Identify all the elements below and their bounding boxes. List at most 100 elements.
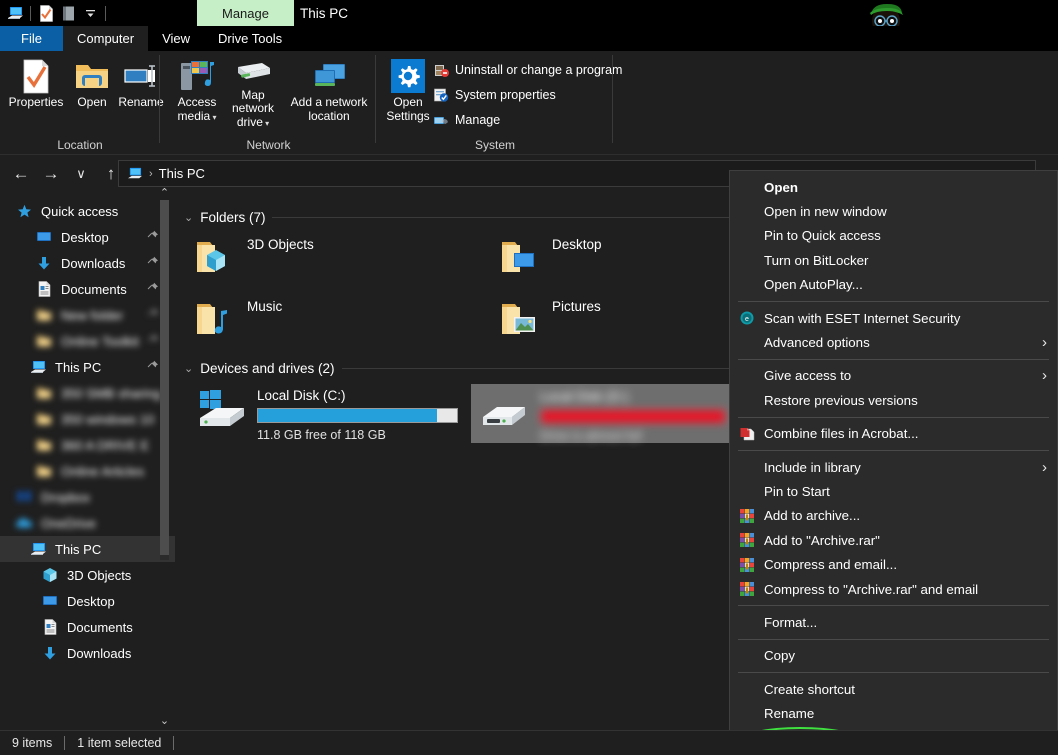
- context-menu-item-give-access-to[interactable]: Give access to ›: [730, 364, 1057, 388]
- sidebar-item-downloads-qa[interactable]: Downloads: [0, 250, 175, 276]
- sidebar-item-documents-qa[interactable]: Documents: [0, 276, 175, 302]
- pin-icon[interactable]: [147, 334, 159, 349]
- menu-item-no-icon: [736, 459, 758, 475]
- pin-icon[interactable]: [147, 256, 159, 271]
- sidebar-item-documents-tree[interactable]: Documents: [0, 614, 175, 640]
- navigation-scroll-thumb[interactable]: [160, 200, 169, 555]
- folder-tile-3d-objects[interactable]: 3D Objects: [191, 234, 314, 282]
- sidebar-item-dropbox[interactable]: Dropbox: [0, 484, 175, 510]
- breadcrumb-separator[interactable]: ›: [149, 168, 153, 180]
- chevron-down-icon[interactable]: ▾: [210, 113, 216, 122]
- scroll-down-arrow-icon[interactable]: ⌄: [158, 714, 171, 727]
- this-pc-icon[interactable]: [4, 2, 26, 24]
- this-pc-icon: [28, 540, 48, 558]
- sidebar-item-pinned-folder-1[interactable]: New folder: [0, 302, 175, 328]
- context-menu-item-compress-and-email[interactable]: Compress and email...: [730, 552, 1057, 576]
- sidebar-item-pinned-folder-6[interactable]: Online Articles: [0, 458, 175, 484]
- chevron-collapse-icon[interactable]: ⌄: [184, 362, 193, 375]
- ribbon-button-manage[interactable]: Manage: [432, 109, 500, 131]
- winrar-icon: [736, 581, 758, 597]
- context-menu-separator: [738, 672, 1049, 674]
- pin-icon[interactable]: [147, 360, 159, 375]
- sidebar-item-onedrive[interactable]: OneDrive: [0, 510, 175, 536]
- chevron-down-icon[interactable]: ▾: [263, 119, 269, 128]
- chevron-collapse-icon[interactable]: ⌄: [184, 211, 193, 224]
- sidebar-item-3d-objects-tree[interactable]: 3D Objects: [0, 562, 175, 588]
- sidebar-item-pinned-folder-4[interactable]: 350 windows 10: [0, 406, 175, 432]
- sidebar-item-this-pc-qa[interactable]: This PC: [0, 354, 175, 380]
- ribbon-button-add-network-location[interactable]: Add a network location: [286, 56, 372, 130]
- ribbon-button-system-properties[interactable]: System properties: [432, 84, 556, 106]
- chevron-right-icon[interactable]: ›: [1042, 367, 1047, 384]
- ribbon-tab-strip: File Computer View Drive Tools: [0, 26, 1058, 51]
- context-menu-item-copy[interactable]: Copy: [730, 644, 1057, 668]
- scroll-up-arrow-icon[interactable]: ⌃: [158, 186, 171, 199]
- context-menu-item-format[interactable]: Format...: [730, 610, 1057, 634]
- tab-view[interactable]: View: [148, 26, 204, 51]
- context-menu-item-label: Copy: [764, 648, 796, 664]
- chevron-right-icon[interactable]: ›: [1042, 459, 1047, 476]
- menu-item-no-icon: [736, 228, 758, 244]
- context-menu-item-compress-to-archive-rar-and-email[interactable]: Compress to "Archive.rar" and email: [730, 577, 1057, 601]
- tab-drive-tools[interactable]: Drive Tools: [204, 26, 296, 51]
- context-menu-item-include-in-library[interactable]: Include in library ›: [730, 455, 1057, 479]
- context-menu-item-open-in-new-window[interactable]: Open in new window: [730, 199, 1057, 223]
- pin-icon[interactable]: [147, 308, 159, 323]
- pin-icon[interactable]: [147, 282, 159, 297]
- context-menu-item-add-to-archive-rar[interactable]: Add to "Archive.rar": [730, 528, 1057, 552]
- sidebar-item-pinned-folder-2[interactable]: Online Toolkit: [0, 328, 175, 354]
- folder-tile-pictures[interactable]: Pictures: [496, 296, 601, 344]
- context-menu-item-open[interactable]: Open: [730, 175, 1057, 199]
- sidebar-item-downloads-tree[interactable]: Downloads: [0, 640, 175, 666]
- drive-usage-bar-c-fill: [258, 409, 438, 422]
- context-menu-item-add-to-archive[interactable]: Add to archive...: [730, 504, 1057, 528]
- ribbon-button-map-network-drive-label: Map network drive ▾: [231, 87, 275, 130]
- context-menu-item-turn-on-bitlocker[interactable]: Turn on BitLocker: [730, 248, 1057, 272]
- recent-locations-button[interactable]: ∨: [66, 159, 96, 189]
- forward-button[interactable]: →: [36, 159, 66, 189]
- sidebar-item-label: Dropbox: [41, 489, 91, 505]
- contextual-tab-group-manage[interactable]: Manage: [197, 0, 294, 26]
- ribbon-button-uninstall-change-program[interactable]: Uninstall or change a program: [432, 59, 622, 81]
- context-menu-item-pin-to-quick-access[interactable]: Pin to Quick access: [730, 224, 1057, 248]
- drive-usage-bar-second-fill: [541, 410, 725, 423]
- breadcrumb-this-pc[interactable]: This PC: [159, 166, 205, 181]
- context-menu-separator: [738, 638, 1049, 640]
- ribbon-button-map-network-drive[interactable]: Map network drive ▾: [219, 56, 287, 130]
- documents-icon: [40, 618, 60, 636]
- drive-tile-second[interactable]: Local Disk (D:) Drive is almost full: [471, 384, 729, 443]
- sidebar-item-this-pc-tree[interactable]: This PC: [0, 536, 175, 562]
- chevron-right-icon[interactable]: ›: [1042, 334, 1047, 351]
- desktop-icon: [34, 228, 54, 246]
- context-menu-item-advanced-options[interactable]: Advanced options ›: [730, 330, 1057, 354]
- pin-icon[interactable]: [147, 230, 159, 245]
- context-menu-item-rename[interactable]: Rename: [730, 701, 1057, 725]
- sidebar-item-pinned-folder-3[interactable]: 350 SMB sharing: [0, 380, 175, 406]
- sidebar-item-pinned-folder-5[interactable]: 360 A DRIVE E: [0, 432, 175, 458]
- sidebar-item-desktop-qa[interactable]: Desktop: [0, 224, 175, 250]
- back-button[interactable]: ←: [6, 159, 36, 189]
- folder-tile-desktop[interactable]: Desktop: [496, 234, 602, 282]
- properties-icon[interactable]: [35, 2, 57, 24]
- context-menu-item-create-shortcut[interactable]: Create shortcut: [730, 677, 1057, 701]
- ribbon-group-system-label: System: [474, 138, 515, 152]
- context-menu-separator: [738, 358, 1049, 360]
- tab-computer[interactable]: Computer: [63, 26, 149, 51]
- context-menu-item-pin-to-start[interactable]: Pin to Start: [730, 479, 1057, 503]
- context-menu-item-label: Format...: [764, 614, 818, 630]
- context-menu-item-scan-with-eset[interactable]: e Scan with ESET Internet Security: [730, 306, 1057, 330]
- customize-dropdown-icon[interactable]: [79, 2, 101, 24]
- sidebar-item-desktop-tree[interactable]: Desktop: [0, 588, 175, 614]
- context-menu-item-restore-previous-versions[interactable]: Restore previous versions: [730, 388, 1057, 412]
- navigation-scrollbar[interactable]: [160, 200, 169, 560]
- new-folder-icon[interactable]: [57, 2, 79, 24]
- context-menu-item-combine-files-in-acrobat[interactable]: Combine files in Acrobat...: [730, 422, 1057, 446]
- tab-file[interactable]: File: [0, 26, 63, 51]
- sidebar-item-quick-access[interactable]: Quick access: [0, 198, 175, 224]
- folder-tile-music[interactable]: Music: [191, 296, 282, 344]
- context-menu-item-label: Restore previous versions: [764, 392, 918, 408]
- context-menu-item-open-autoplay[interactable]: Open AutoPlay...: [730, 273, 1057, 297]
- menu-item-no-icon: [736, 179, 758, 195]
- drive-tile-local-disk-c[interactable]: Local Disk (C:) 11.8 GB free of 118 GB: [191, 386, 458, 442]
- ribbon-button-open-settings[interactable]: Open Settings: [379, 56, 437, 130]
